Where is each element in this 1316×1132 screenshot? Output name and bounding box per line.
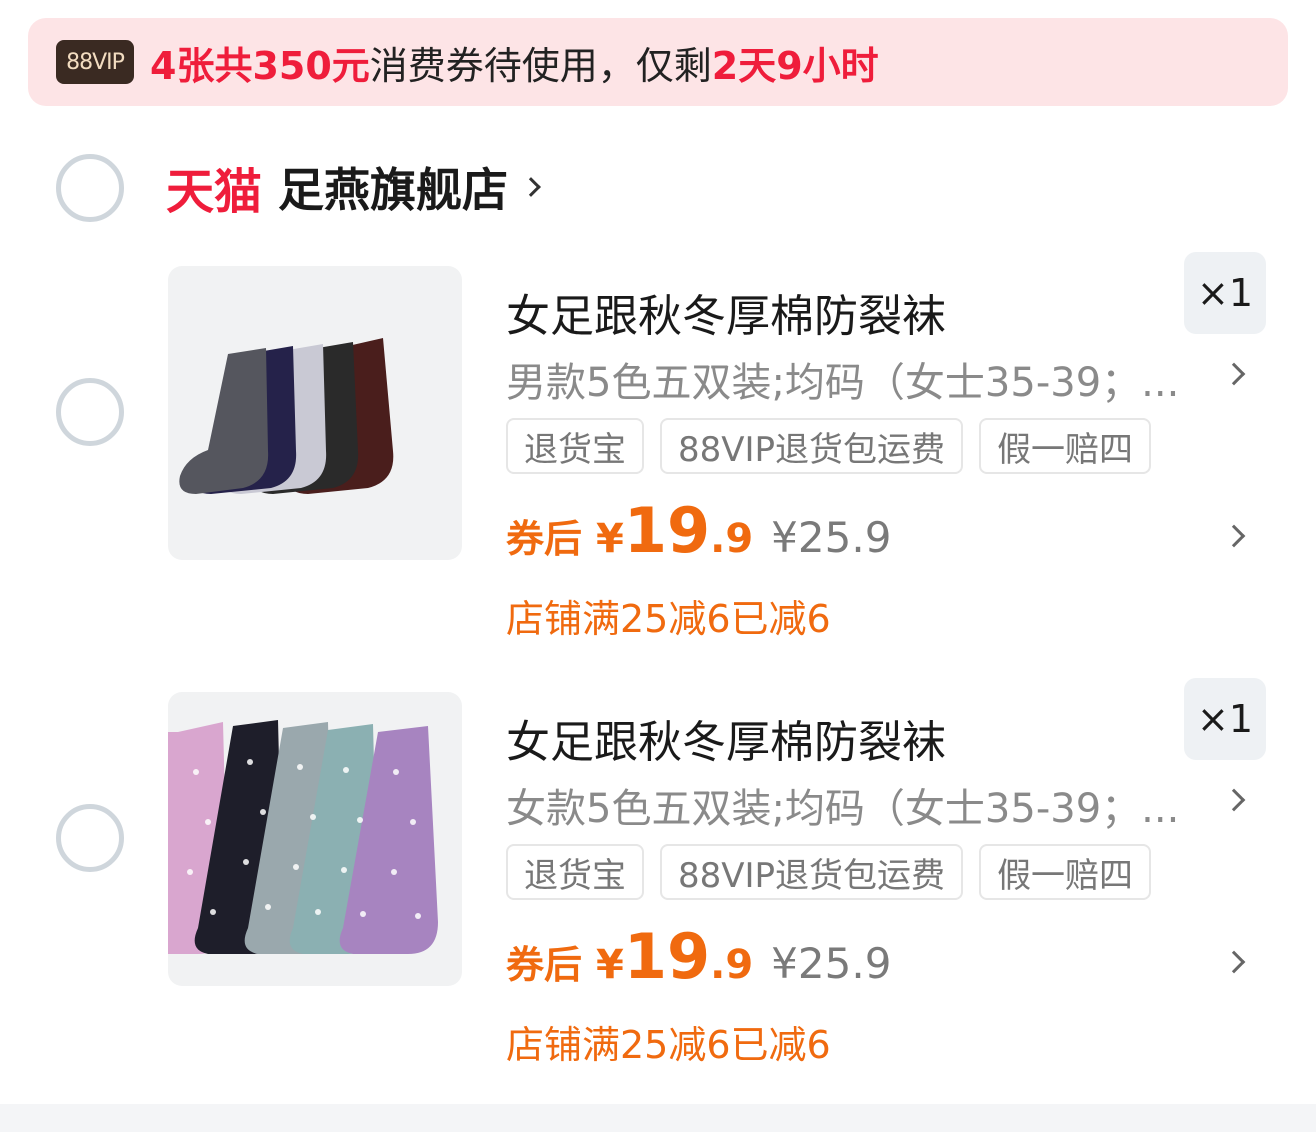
price-decimal: .9 xyxy=(710,942,754,988)
quantity-button[interactable]: ×1 xyxy=(1184,678,1266,760)
tag-fake-compensation: 假一赔四 xyxy=(979,844,1152,900)
banner-text: 4张共350元消费券待使用，仅剩2天9小时 xyxy=(150,35,879,90)
service-tags: 退货宝 88VIP退货包运费 假一赔四 xyxy=(506,418,1152,474)
price-integer: 19 xyxy=(623,920,711,993)
shop-header[interactable]: 天猫 足燕旗舰店 xyxy=(166,152,541,222)
cart-item: 女足跟秋冬厚棉防裂袜 ×1 女款5色五双装;均码（女士35-39；... 退货宝… xyxy=(0,678,1316,1112)
tag-return-insurance: 退货宝 xyxy=(506,844,644,900)
shop-name: 足燕旗舰店 xyxy=(278,163,509,217)
price-decimal: .9 xyxy=(710,516,754,562)
promo-text: 店铺满25减6已减6 xyxy=(506,1023,831,1067)
price-row: 券后 ¥ 19 .9 ¥25.9 xyxy=(506,920,892,993)
vip-coupon-banner[interactable]: 88VIP 4张共350元消费券待使用，仅剩2天9小时 xyxy=(28,18,1288,106)
chevron-right-icon[interactable] xyxy=(1222,362,1246,386)
cart-page: 88VIP 4张共350元消费券待使用，仅剩2天9小时 天猫 足燕旗舰店 女足跟… xyxy=(0,0,1316,1132)
tmall-logo: 天猫 xyxy=(166,164,263,220)
product-title[interactable]: 女足跟秋冬厚棉防裂袜 xyxy=(506,706,946,770)
socks-dark-icon xyxy=(179,338,394,494)
vip-badge: 88VIP xyxy=(56,40,134,84)
tag-return-insurance: 退货宝 xyxy=(506,418,644,474)
shop-select-radio[interactable] xyxy=(56,154,124,222)
quantity-button[interactable]: ×1 xyxy=(1184,252,1266,334)
chevron-right-icon[interactable] xyxy=(1222,524,1246,548)
currency-symbol: ¥ xyxy=(596,942,624,988)
banner-middle-text: 消费券待使用，仅剩 xyxy=(369,43,712,88)
original-price: ¥25.9 xyxy=(771,939,892,988)
chevron-right-icon[interactable] xyxy=(1222,788,1246,812)
product-title[interactable]: 女足跟秋冬厚棉防裂袜 xyxy=(506,280,946,344)
price-integer: 19 xyxy=(623,494,711,567)
service-tags: 退货宝 88VIP退货包运费 假一赔四 xyxy=(506,844,1152,900)
time-left: 2天9小时 xyxy=(711,43,879,88)
socks-dotted-icon xyxy=(168,720,438,954)
tag-fake-compensation: 假一赔四 xyxy=(979,418,1152,474)
coupon-price-label: 券后 xyxy=(506,517,583,561)
coupon-count: 4张共350元 xyxy=(150,43,370,88)
chevron-right-icon xyxy=(521,177,541,197)
cart-item: 女足跟秋冬厚棉防裂袜 ×1 男款5色五双装;均码（女士35-39；... 退货宝… xyxy=(0,252,1316,686)
product-image[interactable] xyxy=(168,692,462,986)
product-spec[interactable]: 女款5色五双装;均码（女士35-39；... xyxy=(506,776,1179,834)
coupon-price-label: 券后 xyxy=(506,943,583,987)
tag-vip-return-shipping: 88VIP退货包运费 xyxy=(660,844,964,900)
tag-vip-return-shipping: 88VIP退货包运费 xyxy=(660,418,964,474)
chevron-right-icon[interactable] xyxy=(1222,950,1246,974)
original-price: ¥25.9 xyxy=(771,513,892,562)
promo-text: 店铺满25减6已减6 xyxy=(506,597,831,641)
product-spec[interactable]: 男款5色五双装;均码（女士35-39；... xyxy=(506,350,1179,408)
price-row: 券后 ¥ 19 .9 ¥25.9 xyxy=(506,494,892,567)
bottom-divider xyxy=(0,1104,1316,1132)
product-image[interactable] xyxy=(168,266,462,560)
currency-symbol: ¥ xyxy=(596,516,624,562)
